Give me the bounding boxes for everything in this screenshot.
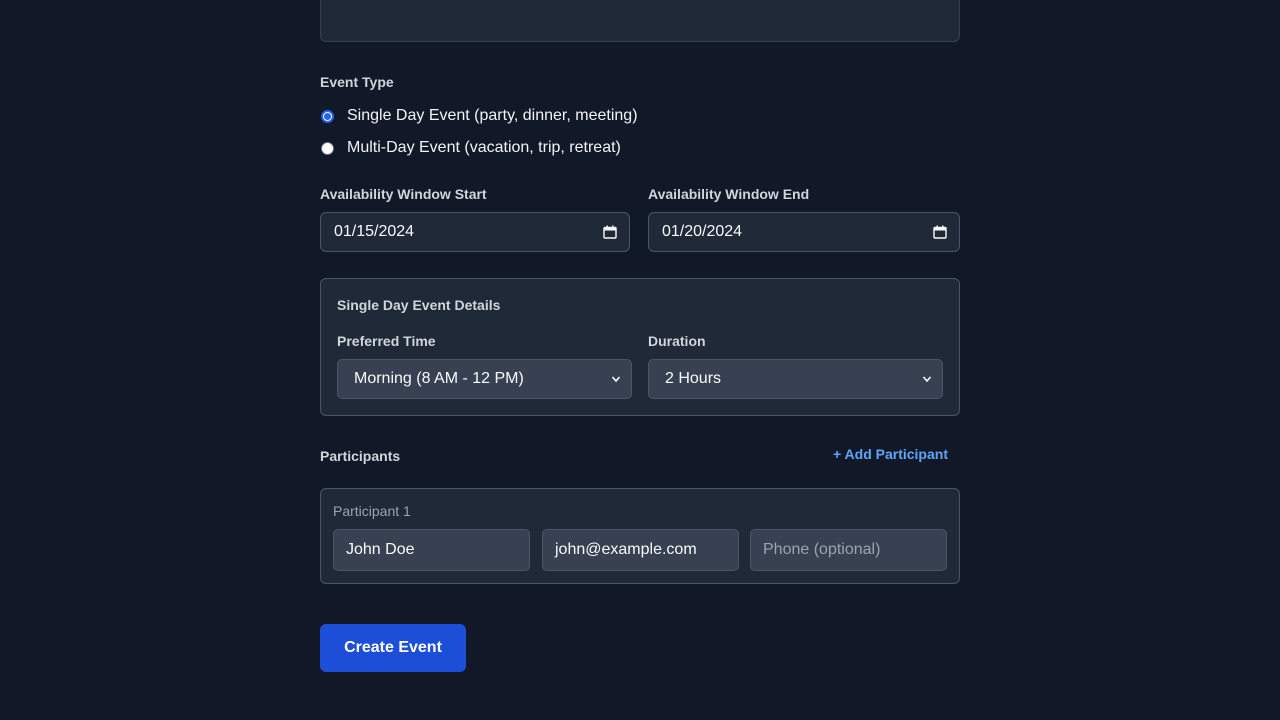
chevron-down-icon [611,376,621,383]
participant-heading: Participant 1 [333,503,411,519]
preferred-time-value: Morning (8 AM - 12 PM) [354,370,524,387]
duration-value: 2 Hours [665,370,722,387]
preferred-time-label: Preferred Time [337,333,436,349]
calendar-icon[interactable] [933,225,947,239]
create-event-button[interactable]: Create Event [320,624,466,672]
event-type-label: Event Type [320,74,394,90]
radio-multi-day[interactable]: Multi-Day Event (vacation, trip, retreat… [320,136,621,160]
description-textarea[interactable] [320,0,960,42]
radio-multi-day-control[interactable] [321,141,334,155]
participant-email-input[interactable]: john@example.com [542,529,739,571]
calendar-icon[interactable] [603,225,617,239]
availability-start-input[interactable]: 01/15/2024 [320,212,630,252]
radio-single-day-label: Single Day Event (party, dinner, meeting… [347,107,638,124]
participant-phone-input[interactable]: Phone (optional) [750,529,947,571]
single-day-details-panel: Single Day Event Details Preferred Time … [320,278,960,416]
chevron-down-icon [922,376,932,383]
duration-select[interactable]: 2 Hours [648,359,943,399]
preferred-time-select[interactable]: Morning (8 AM - 12 PM) [337,359,632,399]
radio-single-day-control[interactable] [321,109,334,123]
single-day-details-title: Single Day Event Details [337,297,501,313]
participants-label: Participants [320,448,401,464]
duration-label: Duration [648,333,706,349]
availability-end-label: Availability Window End [648,186,810,202]
radio-multi-day-label: Multi-Day Event (vacation, trip, retreat… [347,139,621,156]
participant-card: Participant 1 John Doe john@example.com … [320,488,960,584]
participant-name-input[interactable]: John Doe [333,529,530,571]
availability-start-value: 01/15/2024 [334,223,415,240]
radio-single-day[interactable]: Single Day Event (party, dinner, meeting… [320,104,638,128]
availability-start-label: Availability Window Start [320,186,487,202]
add-participant-button[interactable]: + Add Participant [833,446,948,462]
availability-end-value: 01/20/2024 [662,223,743,240]
availability-end-input[interactable]: 01/20/2024 [648,212,960,252]
